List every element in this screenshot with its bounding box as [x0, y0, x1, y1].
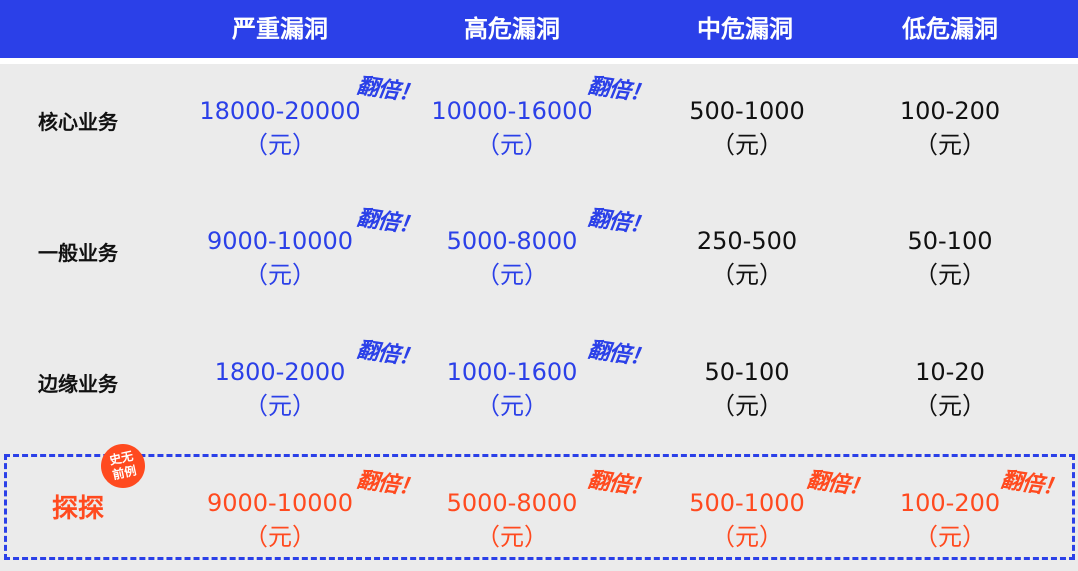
cell-unit: （元）: [244, 261, 316, 289]
row-label-edge: 边缘业务: [38, 372, 118, 396]
table-cell: 5000-8000 （元）: [402, 486, 622, 554]
cell-value: 1000-1600: [446, 358, 578, 386]
table-cell: 9000-10000 （元）: [170, 486, 390, 554]
cell-value: 500-1000: [689, 97, 805, 125]
cell-value: 9000-10000: [206, 227, 354, 255]
table-cell: 1000-1600 （元）: [402, 355, 622, 423]
table-cell: 10-20 （元）: [840, 355, 1060, 423]
cell-value: 50-100: [907, 227, 993, 255]
cell-unit: （元）: [476, 523, 548, 551]
table-cell: 18000-20000 （元）: [170, 94, 390, 162]
cell-unit: （元）: [711, 392, 783, 420]
cell-unit: （元）: [244, 523, 316, 551]
header-medium: 中危漏洞: [697, 15, 793, 43]
cell-value: 250-500: [696, 227, 798, 255]
header-high: 高危漏洞: [464, 15, 560, 43]
cell-value: 100-200: [899, 489, 1001, 517]
table-cell: 250-500 （元）: [637, 224, 857, 292]
header-critical: 严重漏洞: [232, 15, 328, 43]
cell-unit: （元）: [914, 261, 986, 289]
cell-value: 500-1000: [689, 489, 805, 517]
cell-value: 10-20: [915, 358, 985, 386]
cell-value: 10000-16000: [431, 97, 593, 125]
table-cell: 500-1000 （元）: [637, 94, 857, 162]
header-low: 低危漏洞: [902, 15, 998, 43]
table-cell: 5000-8000 （元）: [402, 224, 622, 292]
table-cell: 10000-16000 （元）: [402, 94, 622, 162]
cell-unit: （元）: [914, 523, 986, 551]
table-cell: 9000-10000 （元）: [170, 224, 390, 292]
cell-unit: （元）: [244, 392, 316, 420]
cell-unit: （元）: [476, 261, 548, 289]
cell-unit: （元）: [476, 131, 548, 159]
cell-unit: （元）: [711, 523, 783, 551]
cell-unit: （元）: [914, 392, 986, 420]
cell-value: 18000-20000: [199, 97, 361, 125]
cell-value: 5000-8000: [446, 227, 578, 255]
cell-value: 9000-10000: [206, 489, 354, 517]
cell-value: 50-100: [704, 358, 790, 386]
table-cell: 50-100 （元）: [637, 355, 857, 423]
table-cell: 100-200 （元）: [840, 94, 1060, 162]
cell-unit: （元）: [914, 131, 986, 159]
row-label-tantan: 探探: [52, 494, 105, 524]
cell-value: 1800-2000: [214, 358, 346, 386]
table-header: 严重漏洞 高危漏洞 中危漏洞 低危漏洞: [0, 0, 1078, 58]
cell-unit: （元）: [476, 392, 548, 420]
table-cell: 50-100 （元）: [840, 224, 1060, 292]
table-cell: 1800-2000 （元）: [170, 355, 390, 423]
row-label-general: 一般业务: [38, 241, 118, 265]
cell-value: 5000-8000: [446, 489, 578, 517]
cell-unit: （元）: [711, 261, 783, 289]
cell-value: 100-200: [899, 97, 1001, 125]
cell-unit: （元）: [711, 131, 783, 159]
cell-unit: （元）: [244, 131, 316, 159]
row-label-core: 核心业务: [38, 110, 118, 134]
